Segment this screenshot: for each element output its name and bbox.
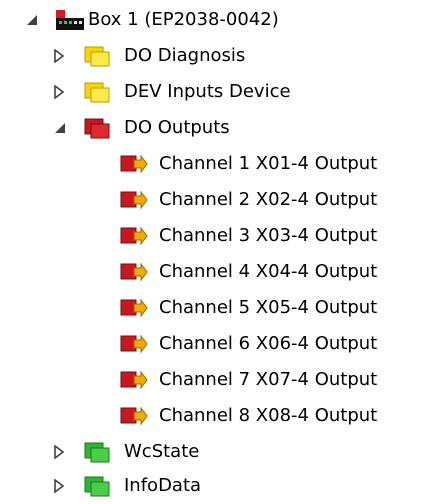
tree-node-channel[interactable]: Channel 7 X07-4 Output: [0, 362, 422, 398]
tree-node-channel[interactable]: Channel 1 X01-4 Output: [0, 146, 422, 182]
tree-node-label: Channel 6 X06-4 Output: [159, 333, 378, 354]
tree-node-label: DO Diagnosis: [124, 45, 246, 66]
tree-node-box[interactable]: Box 1 (EP2038-0042): [0, 2, 422, 38]
tree-node-label: InfoData: [124, 475, 202, 496]
tree-node-label: Channel 8 X08-4 Output: [159, 405, 378, 426]
output-channel-icon: [120, 334, 148, 356]
tree-node-do-diagnosis[interactable]: DO Diagnosis: [0, 38, 422, 74]
folder-green-icon: [84, 441, 110, 463]
output-channel-icon: [120, 298, 148, 320]
tree-node-label: Channel 1 X01-4 Output: [159, 153, 378, 174]
tree-node-label: Channel 3 X03-4 Output: [159, 225, 378, 246]
tree-node-label: Channel 2 X02-4 Output: [159, 189, 378, 210]
folder-green-icon: [84, 475, 110, 497]
tree-node-channel[interactable]: Channel 8 X08-4 Output: [0, 398, 422, 434]
collapsed-arrow-icon[interactable]: [52, 444, 68, 460]
output-channel-icon: [120, 190, 148, 212]
tree-node-label: DEV Inputs Device: [124, 81, 291, 102]
tree-node-channel[interactable]: Channel 5 X05-4 Output: [0, 290, 422, 326]
tree-node-wcstate[interactable]: WcState: [0, 434, 422, 470]
tree-node-do-outputs[interactable]: DO Outputs: [0, 110, 422, 146]
tree-node-label: WcState: [124, 441, 200, 462]
tree-node-label: Channel 7 X07-4 Output: [159, 369, 378, 390]
tree-node-label: Channel 5 X05-4 Output: [159, 297, 378, 318]
expanded-arrow-icon[interactable]: [24, 12, 40, 28]
tree-node-infodata[interactable]: InfoData: [0, 468, 422, 504]
tree-node-channel[interactable]: Channel 2 X02-4 Output: [0, 182, 422, 218]
tree-node-channel[interactable]: Channel 6 X06-4 Output: [0, 326, 422, 362]
collapsed-arrow-icon[interactable]: [52, 84, 68, 100]
folder-yellow-icon: [84, 81, 110, 103]
folder-yellow-icon: [84, 45, 110, 67]
tree-node-label: Box 1 (EP2038-0042): [88, 9, 279, 30]
collapsed-arrow-icon[interactable]: [52, 478, 68, 494]
output-channel-icon: [120, 226, 148, 248]
ethercat-box-icon: [56, 10, 84, 32]
tree-node-label: Channel 4 X04-4 Output: [159, 261, 378, 282]
output-channel-icon: [120, 262, 148, 284]
collapsed-arrow-icon[interactable]: [52, 48, 68, 64]
output-channel-icon: [120, 154, 148, 176]
tree-node-label: DO Outputs: [124, 117, 230, 138]
output-channel-icon: [120, 370, 148, 392]
output-channel-icon: [120, 406, 148, 428]
expanded-arrow-icon[interactable]: [52, 120, 68, 136]
folder-red-icon: [84, 117, 110, 139]
tree-node-channel[interactable]: Channel 3 X03-4 Output: [0, 218, 422, 254]
tree-node-dev-inputs-device[interactable]: DEV Inputs Device: [0, 74, 422, 110]
tree-node-channel[interactable]: Channel 4 X04-4 Output: [0, 254, 422, 290]
